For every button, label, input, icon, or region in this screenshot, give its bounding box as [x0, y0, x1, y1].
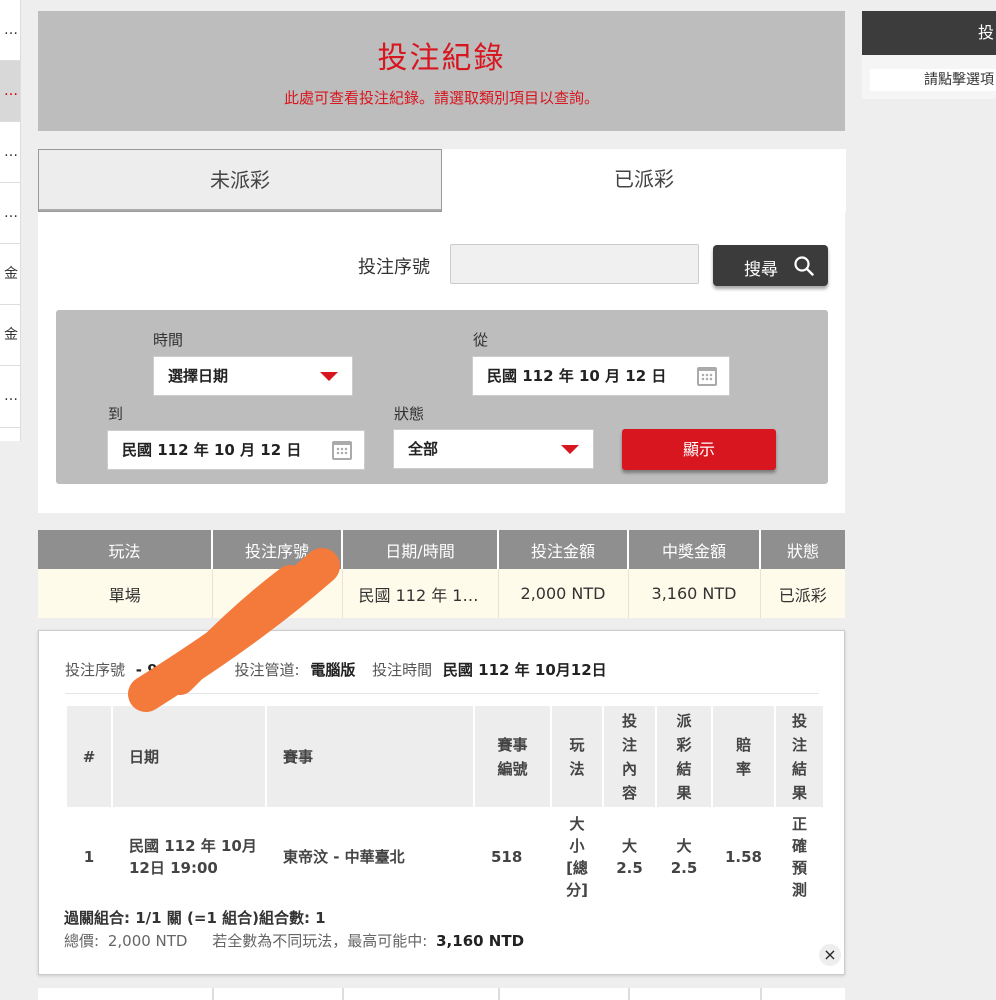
column-header: 玩法	[38, 530, 213, 569]
column-header: 派彩結果	[657, 706, 711, 807]
bet-time-value: 民國 112 年 10月12日	[442, 661, 607, 679]
cell-odds: 1.58	[724, 848, 762, 866]
combo-summary: 過關組合: 1/1 關 (=1 組合)組合數: 1	[64, 909, 326, 927]
cell-status: 已派彩	[760, 569, 845, 618]
table-row[interactable]: 單場 9… 民國 112 年 1… 2,000 NTD 3,160 NTD 已派…	[38, 569, 845, 618]
results-table: 玩法 投注序號 日期/時間 投注金額 中獎金額 狀態 單場 9… 民國 112 …	[38, 530, 845, 618]
chevron-down-icon	[561, 445, 579, 454]
column-header: 賽事	[267, 706, 473, 807]
status-select-value: 全部	[408, 440, 439, 458]
cell-stake: 2,000 NTD	[498, 569, 629, 618]
search-icon	[794, 256, 814, 276]
divider	[65, 693, 819, 694]
column-header: 狀態	[760, 530, 845, 569]
right-panel-header: 投	[862, 11, 996, 55]
cell-match-number: 518	[491, 848, 523, 866]
cell-selection: 大 2.5	[616, 837, 643, 877]
serial-search-label: 投注序號	[358, 257, 430, 278]
table-row: 1 民國 112 年 10月 12日 19:00 東帝汶 - 中華臺北 518 大…	[67, 807, 823, 907]
to-date-field[interactable]: 民國 112 年 10 月 12 日	[107, 430, 365, 470]
close-icon[interactable]: ×	[819, 944, 841, 966]
time-label: 時間	[153, 331, 184, 349]
serial-meta-value: - 9	[135, 661, 158, 679]
bet-detail-card: 投注序號 - 9 投注管道: 電腦版 投注時間 民國 112 年 10月12日 …	[38, 630, 845, 975]
cell-result: 大 2.5	[670, 837, 698, 877]
calendar-icon[interactable]	[332, 441, 352, 460]
sidebar-item-active[interactable]: …	[0, 61, 20, 122]
cell-bet-type: 大小 [總 分]	[566, 815, 588, 899]
status-label: 狀態	[394, 405, 425, 423]
left-sidebar: … … … … 金 金 …	[0, 0, 21, 441]
cell-payout: 3,160 NTD	[628, 569, 761, 618]
cell-bet-type: 單場	[38, 569, 213, 618]
max-win-label: 若全數為不同玩法，最高可能中:	[212, 932, 428, 950]
page-header: 投注紀錄 此處可查看投注紀錄。請選取類別項目以查詢。	[38, 11, 845, 131]
cell-outcome: 正確預測	[791, 815, 807, 899]
cell-match: 東帝汶 - 中華臺北	[283, 848, 405, 866]
page-title: 投注紀錄	[377, 41, 506, 76]
sidebar-item[interactable]: 金	[0, 244, 20, 305]
time-select[interactable]: 選擇日期	[153, 356, 353, 396]
results-header-row: 玩法 投注序號 日期/時間 投注金額 中獎金額 狀態	[38, 530, 845, 569]
total-summary: 總價: 2,000 NTD 若全數為不同玩法，最高可能中: 3,160 NTD	[64, 930, 524, 951]
to-date-value: 民國 112 年 10 月 12 日	[122, 441, 302, 459]
serial-search-input[interactable]	[450, 244, 699, 284]
column-header: #	[67, 706, 111, 807]
column-header: 玩法	[552, 706, 602, 807]
calendar-icon[interactable]	[697, 367, 717, 386]
cell-match-date: 民國 112 年 10月 12日 19:00	[129, 837, 257, 877]
from-date-value: 民國 112 年 10 月 12 日	[487, 367, 667, 385]
column-header: 日期/時間	[342, 530, 499, 569]
column-header: 投注金額	[498, 530, 629, 569]
from-date-field[interactable]: 民國 112 年 10 月 12 日	[472, 356, 730, 396]
sidebar-item[interactable]: …	[0, 183, 20, 244]
serial-meta-label: 投注序號	[65, 661, 126, 679]
show-button[interactable]: 顯示	[622, 429, 776, 470]
sidebar-item[interactable]: …	[0, 122, 20, 183]
sidebar-item[interactable]: …	[0, 0, 20, 61]
next-table-row	[38, 988, 845, 1000]
tab-unpaid[interactable]: 未派彩	[38, 149, 442, 212]
total-label: 總價:	[64, 932, 100, 950]
page-subtitle: 此處可查看投注紀錄。請選取類別項目以查詢。	[283, 89, 599, 107]
sidebar-item[interactable]: 金	[0, 305, 20, 366]
channel-value: 電腦版	[310, 661, 356, 679]
column-header: 日期	[113, 706, 265, 807]
from-label: 從	[473, 331, 489, 349]
tab-paid[interactable]: 已派彩	[442, 149, 846, 212]
max-win-value: 3,160 NTD	[436, 932, 525, 950]
column-header: 投注內容	[604, 706, 655, 807]
column-header: 投注結果	[776, 706, 823, 807]
cell-index: 1	[83, 848, 95, 866]
detail-table: # 日期 賽事 賽事 編號 玩法 投注內容 派彩結果 賠率 投注結果 1 民國 1…	[65, 706, 825, 907]
cell-serial: 9…	[212, 569, 343, 618]
sidebar-item[interactable]: …	[0, 366, 20, 428]
detail-header-row: # 日期 賽事 賽事 編號 玩法 投注內容 派彩結果 賠率 投注結果	[67, 706, 823, 807]
column-header: 中獎金額	[628, 530, 761, 569]
cell-datetime: 民國 112 年 1…	[342, 569, 499, 618]
time-select-value: 選擇日期	[168, 367, 229, 385]
filter-card: 未派彩 已派彩 投注序號 搜尋 時間 選擇日期 從 民國 112 年 10 月 …	[38, 149, 846, 513]
detail-meta: 投注序號 - 9 投注管道: 電腦版 投注時間 民國 112 年 10月12日	[65, 659, 607, 680]
filter-panel: 時間 選擇日期 從 民國 112 年 10 月 12 日 到 民國 112 年 …	[56, 310, 828, 484]
right-panel-hint[interactable]: 請點擊選項	[870, 69, 996, 91]
column-header: 賽事 編號	[475, 706, 550, 807]
search-button-label: 搜尋	[744, 260, 778, 280]
search-button[interactable]: 搜尋	[713, 245, 828, 286]
status-select[interactable]: 全部	[393, 429, 594, 469]
column-header: 賠率	[713, 706, 774, 807]
total-value: 2,000 NTD	[107, 932, 188, 950]
to-label: 到	[108, 405, 124, 423]
column-header: 投注序號	[212, 530, 343, 569]
bet-time-label: 投注時間	[372, 661, 433, 679]
chevron-down-icon	[320, 372, 338, 381]
right-panel: 投 請點擊選項	[862, 11, 996, 99]
channel-label: 投注管道:	[234, 661, 300, 679]
